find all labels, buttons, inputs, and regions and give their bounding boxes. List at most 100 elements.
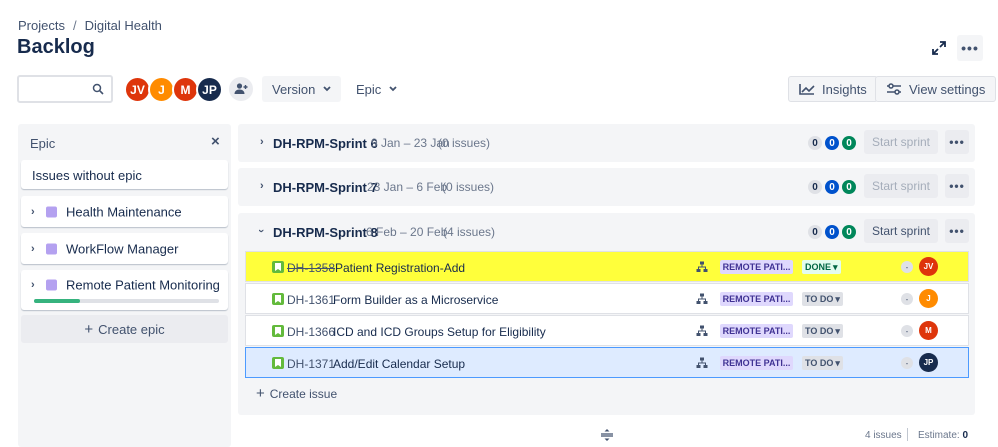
search-field[interactable] [17,75,113,103]
close-icon[interactable]: × [211,133,220,150]
avatar-jv[interactable]: JV [124,76,151,103]
sprint-header[interactable]: › DH-RPM-Sprint 7 23 Jan – 6 Feb (0 issu… [238,168,975,206]
issue-key[interactable]: DH-1361 [287,293,335,307]
assignee-avatar[interactable]: M [919,321,938,340]
estimate-badge[interactable]: - [901,357,913,369]
status-dropdown[interactable]: TO DO ▾ [802,356,843,370]
version-filter-label: Version [272,81,316,97]
page-title: Backlog [17,36,95,58]
child-issues-icon[interactable] [696,293,708,308]
sprint-panel-6: › DH-RPM-Sprint 6 9 Jan – 23 Jan (0 issu… [238,124,975,162]
todo-count-badge: 0 [808,180,822,194]
breadcrumb-project[interactable]: Digital Health [85,18,162,33]
issues-without-epic[interactable]: Issues without epic [21,160,228,189]
version-filter-button[interactable]: Version [262,76,342,102]
inprogress-count-badge: 0 [825,225,839,239]
avatar-j[interactable]: J [148,76,175,103]
child-issues-icon[interactable] [696,325,708,340]
breadcrumb-projects[interactable]: Projects [18,18,65,33]
sprint-dates: 23 Jan – 6 Feb [367,180,448,194]
epic-lozenge[interactable]: REMOTE PATI... [720,292,793,306]
start-sprint-button[interactable]: Start sprint [864,219,938,243]
sprint-issue-count: (0 issues) [442,180,495,194]
status-label: TO DO [805,326,834,336]
sprint-status-counts: 0 0 0 [808,180,856,194]
footer-estimate: Estimate: 0 [918,430,968,441]
issue-summary: Form Builder as a Microservice [333,293,499,307]
child-issues-icon[interactable] [696,261,708,276]
view-settings-button[interactable]: View settings [875,76,997,102]
todo-count-badge: 0 [808,136,822,150]
sprint-panel-7: › DH-RPM-Sprint 7 23 Jan – 6 Feb (0 issu… [238,168,975,206]
epic-filter-label: Epic [356,81,382,97]
plus-icon: + [84,320,94,338]
epic-color-swatch [46,243,57,254]
epic-lozenge[interactable]: REMOTE PATI... [720,260,793,274]
add-people-button[interactable] [229,77,253,101]
epic-filter-button[interactable]: Epic [346,76,407,102]
create-epic-button[interactable]: + Create epic [21,315,228,343]
search-input[interactable] [25,78,95,100]
issue-row[interactable]: DH-1361 Form Builder as a Microservice R… [245,283,969,314]
chevron-down-icon: ▾ [835,325,840,336]
chevron-right-icon[interactable]: › [31,206,35,218]
start-sprint-button[interactable]: Start sprint [864,174,938,198]
sprint-name: DH-RPM-Sprint 8 [273,225,378,240]
assignee-avatar[interactable]: JP [919,353,938,372]
done-count-badge: 0 [842,136,856,150]
avatar-m[interactable]: M [172,76,199,103]
more-actions-button[interactable]: ••• [957,35,983,61]
chevron-right-icon[interactable]: › [31,243,35,255]
status-label: TO DO [805,358,834,368]
resize-handle-icon[interactable] [600,428,614,447]
issue-row[interactable]: DH-1366 ICD and ICD Groups Setup for Eli… [245,315,969,346]
assignee-avatar[interactable]: JV [919,257,938,276]
sprint-more-button[interactable]: ••• [945,174,969,198]
chevron-right-icon[interactable]: › [260,180,264,192]
epic-progress-fill [34,299,81,303]
issue-summary: Patient Registration-Add [335,261,466,275]
epic-item-workflow-manager[interactable]: › WorkFlow Manager [21,233,228,264]
chevron-right-icon[interactable]: › [31,279,35,291]
issue-key[interactable]: DH-1358 [287,261,335,275]
child-issues-icon[interactable] [696,357,708,372]
sprint-header[interactable]: › DH-RPM-Sprint 6 9 Jan – 23 Jan (0 issu… [238,124,975,162]
sprint-name: DH-RPM-Sprint 7 [273,180,378,195]
create-issue-button[interactable]: + Create issue [256,385,337,402]
issue-key[interactable]: DH-1371 [287,357,335,371]
start-sprint-button[interactable]: Start sprint [864,130,938,154]
avatar-jp[interactable]: JP [196,76,223,103]
issue-row[interactable]: DH-1358 Patient Registration-Add REMOTE … [245,251,969,282]
estimate-badge[interactable]: - [901,325,913,337]
sprint-status-counts: 0 0 0 [808,136,856,150]
todo-count-badge: 0 [808,225,822,239]
chevron-down-icon[interactable]: › [255,229,267,233]
epic-lozenge[interactable]: REMOTE PATI... [720,324,793,338]
avatar-group: JV J M JP [124,76,223,103]
issue-summary: Add/Edit Calendar Setup [333,357,466,371]
status-dropdown[interactable]: DONE ▾ [802,260,841,274]
inprogress-count-badge: 0 [825,180,839,194]
sprint-more-button[interactable]: ••• [945,130,969,154]
breadcrumb-separator: / [72,18,77,33]
sprint-header[interactable]: › DH-RPM-Sprint 8 6 Feb – 20 Feb (4 issu… [238,213,975,251]
chevron-down-icon: ▾ [835,357,840,368]
sprint-more-button[interactable]: ••• [945,219,969,243]
epic-color-swatch [46,279,57,291]
epic-item-label: WorkFlow Manager [66,241,179,256]
epic-item-remote-patient-monitoring[interactable]: › Remote Patient Monitoring [21,270,228,310]
status-dropdown[interactable]: TO DO ▾ [802,324,843,338]
epic-lozenge[interactable]: REMOTE PATI... [720,356,793,370]
epic-item-health-maintenance[interactable]: › Health Maintenance [21,196,228,227]
insights-button[interactable]: Insights [788,76,878,102]
view-settings-label: View settings [909,81,986,97]
chevron-right-icon[interactable]: › [260,136,264,148]
assignee-avatar[interactable]: J [919,289,938,308]
estimate-badge[interactable]: - [901,261,913,273]
fullscreen-icon[interactable] [928,38,950,58]
status-dropdown[interactable]: TO DO ▾ [802,292,843,306]
create-issue-label: Create issue [269,386,338,401]
issue-row[interactable]: DH-1371 Add/Edit Calendar Setup REMOTE P… [245,347,969,378]
estimate-badge[interactable]: - [901,293,913,305]
issue-key[interactable]: DH-1366 [287,325,335,339]
